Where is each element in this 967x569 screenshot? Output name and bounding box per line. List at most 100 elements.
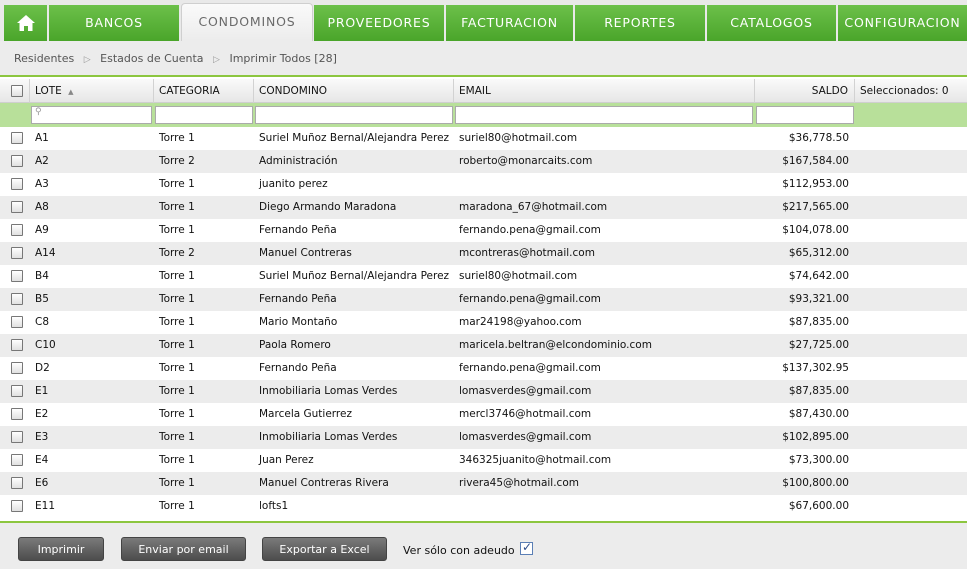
cell-saldo: $27,725.00 xyxy=(788,339,849,351)
table-row[interactable]: A2 Torre 2 Administración roberto@monarcait… xyxy=(0,150,967,173)
table-row[interactable]: A14 Torre 2 Manuel Contreras mcontreras@hot… xyxy=(0,242,967,265)
table-row[interactable]: D2 Torre 1 Fernando Peña fernando.pena@gmai… xyxy=(0,357,967,380)
cell-condomino: Juan Perez xyxy=(259,454,314,466)
cell-email: lomasverdes@gmail.com xyxy=(459,385,592,397)
table-row[interactable]: B5 Torre 1 Fernando Peña fernando.pena@gmai… xyxy=(0,288,967,311)
row-checkbox[interactable] xyxy=(11,454,23,466)
cell-condomino: Manuel Contreras Rivera xyxy=(259,477,389,489)
table-row[interactable]: A9 Torre 1 Fernando Peña fernando.pena@gmai… xyxy=(0,219,967,242)
cell-email: suriel80@hotmail.com xyxy=(459,270,578,282)
tab-condominos[interactable]: CONDOMINOS xyxy=(181,3,313,41)
cell-email: maricela.beltran@elcondominio.com xyxy=(459,339,652,351)
cell-categoria: Torre 1 xyxy=(159,431,195,443)
row-checkbox[interactable] xyxy=(11,431,23,443)
table-row[interactable]: C10 Torre 1 Paola Romero maricela.beltran@e… xyxy=(0,334,967,357)
cell-saldo: $74,642.00 xyxy=(788,270,849,282)
table-row[interactable]: E1 Torre 1 Inmobiliaria Lomas Verdes lomasv… xyxy=(0,380,967,403)
cell-lote: C8 xyxy=(35,316,50,328)
column-header-saldo[interactable]: SALDO xyxy=(755,79,855,103)
cell-condomino: Inmobiliaria Lomas Verdes xyxy=(259,431,398,443)
filter-lote-input[interactable]: ⚲ xyxy=(31,106,152,124)
cell-email: roberto@monarcaits.com xyxy=(459,155,593,167)
home-tab[interactable] xyxy=(4,5,48,41)
tab-catalogos[interactable]: CATALOGOS xyxy=(707,5,837,41)
breadcrumb-separator-icon: ▷ xyxy=(213,55,220,65)
debt-only-checkbox[interactable] xyxy=(520,540,533,555)
cell-lote: A2 xyxy=(35,155,49,167)
table-row[interactable]: E3 Torre 1 Inmobiliaria Lomas Verdes lomasv… xyxy=(0,426,967,449)
table-row[interactable]: B4 Torre 1 Suriel Muñoz Bernal/Alejandra P… xyxy=(0,265,967,288)
row-checkbox[interactable] xyxy=(11,339,23,351)
tab-reportes[interactable]: REPORTES xyxy=(575,5,706,41)
row-checkbox[interactable] xyxy=(11,385,23,397)
footer-toolbar: Imprimir Enviar por email Exportar a Exc… xyxy=(0,521,967,569)
cell-email xyxy=(454,495,459,518)
row-checkbox[interactable] xyxy=(11,500,23,512)
row-checkbox[interactable] xyxy=(11,247,23,259)
table-row[interactable]: A1 Torre 1 Suriel Muñoz Bernal/Alejandra P… xyxy=(0,127,967,150)
column-header-lote[interactable]: LOTE ▲ xyxy=(30,79,154,103)
table-row[interactable]: A3 Torre 1 juanito perez $112,953.00 xyxy=(0,173,967,196)
cell-condomino: Paola Romero xyxy=(259,339,331,351)
cell-email: mar24198@yahoo.com xyxy=(459,316,582,328)
cell-categoria: Torre 1 xyxy=(159,408,195,420)
cell-condomino: Mario Montaño xyxy=(259,316,338,328)
cell-lote: A3 xyxy=(35,178,49,190)
send-email-button[interactable]: Enviar por email xyxy=(121,537,246,561)
export-excel-button[interactable]: Exportar a Excel xyxy=(262,537,387,561)
row-checkbox[interactable] xyxy=(11,178,23,190)
table-row[interactable]: E4 Torre 1 Juan Perez 346325juanito@hotmail… xyxy=(0,449,967,472)
breadcrumb-residentes[interactable]: Residentes xyxy=(14,41,74,77)
cell-saldo: $102,895.00 xyxy=(782,431,849,443)
tab-facturacion[interactable]: FACTURACION xyxy=(446,5,574,41)
filter-email-input[interactable] xyxy=(455,106,753,124)
breadcrumb-separator-icon: ▷ xyxy=(83,55,91,65)
row-checkbox[interactable] xyxy=(11,132,23,144)
table-row[interactable]: C8 Torre 1 Mario Montaño mar24198@yahoo.com… xyxy=(0,311,967,334)
row-checkbox[interactable] xyxy=(11,316,23,328)
cell-categoria: Torre 1 xyxy=(159,477,195,489)
cell-saldo: $87,835.00 xyxy=(788,385,849,397)
table-row[interactable]: E6 Torre 1 Manuel Contreras Rivera rivera45… xyxy=(0,472,967,495)
cell-categoria: Torre 1 xyxy=(159,201,195,213)
row-checkbox[interactable] xyxy=(11,408,23,420)
row-checkbox[interactable] xyxy=(11,477,23,489)
filter-condomino-input[interactable] xyxy=(255,106,453,124)
cell-condomino: Inmobiliaria Lomas Verdes xyxy=(259,385,398,397)
column-header-categoria[interactable]: CATEGORIA xyxy=(154,79,254,103)
cell-saldo: $65,312.00 xyxy=(788,247,849,259)
cell-lote: B4 xyxy=(35,270,49,282)
cell-saldo: $217,565.00 xyxy=(782,201,849,213)
select-all-checkbox[interactable] xyxy=(11,85,23,97)
cell-categoria: Torre 1 xyxy=(159,132,195,144)
filter-categoria-input[interactable] xyxy=(155,106,253,124)
cell-email: fernando.pena@gmail.com xyxy=(459,224,601,236)
filter-saldo-input[interactable] xyxy=(756,106,854,124)
tab-configuracion[interactable]: CONFIGURACION xyxy=(838,5,967,41)
table-row[interactable]: A8 Torre 1 Diego Armando Maradona maradona_… xyxy=(0,196,967,219)
row-checkbox[interactable] xyxy=(11,293,23,305)
cell-lote: A8 xyxy=(35,201,49,213)
tab-bancos[interactable]: BANCOS xyxy=(49,5,180,41)
breadcrumb-estados-de-cuenta[interactable]: Estados de Cuenta xyxy=(100,41,203,77)
row-checkbox[interactable] xyxy=(11,201,23,213)
cell-email: mercl3746@hotmail.com xyxy=(459,408,592,420)
row-checkbox[interactable] xyxy=(11,362,23,374)
selected-count: Seleccionados: 0 xyxy=(860,85,949,97)
cell-lote: E4 xyxy=(35,454,49,466)
cell-saldo: $87,430.00 xyxy=(788,408,849,420)
row-checkbox[interactable] xyxy=(11,270,23,282)
filter-row: ⚲ xyxy=(0,103,967,127)
row-checkbox[interactable] xyxy=(11,224,23,236)
cell-saldo: $112,953.00 xyxy=(782,178,849,190)
cell-lote: A14 xyxy=(35,247,56,259)
column-header-condomino[interactable]: CONDOMINO xyxy=(254,79,454,103)
row-checkbox[interactable] xyxy=(11,155,23,167)
cell-lote: B5 xyxy=(35,293,49,305)
tab-proveedores[interactable]: PROVEEDORES xyxy=(314,5,445,41)
column-header-email[interactable]: EMAIL xyxy=(454,79,755,103)
table-row[interactable]: E11 Torre 1 lofts1 $67,600.00 xyxy=(0,495,967,518)
print-button[interactable]: Imprimir xyxy=(18,537,104,561)
table-row[interactable]: E2 Torre 1 Marcela Gutierrez mercl3746@hotm… xyxy=(0,403,967,426)
top-nav: BANCOS CONDOMINOS PROVEEDORES FACTURACIO… xyxy=(0,0,967,41)
